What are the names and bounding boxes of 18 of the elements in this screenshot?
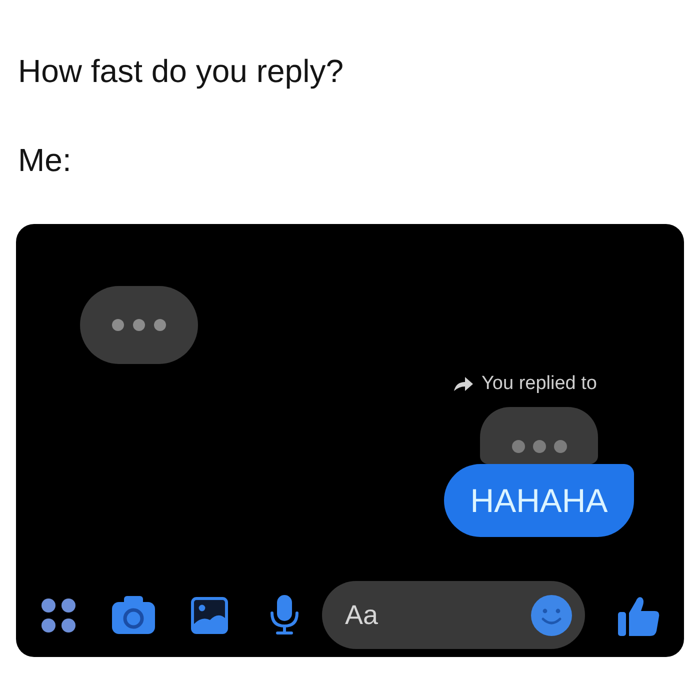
dot-icon xyxy=(112,319,124,331)
dot-icon xyxy=(154,319,166,331)
microphone-icon[interactable] xyxy=(269,595,300,635)
camera-icon[interactable] xyxy=(112,596,155,634)
dot-icon xyxy=(133,319,145,331)
thumbs-up-icon[interactable] xyxy=(618,594,660,636)
reply-arrow-icon xyxy=(454,377,474,391)
dot-icon xyxy=(532,440,546,453)
image-icon[interactable] xyxy=(191,596,228,634)
caption-question: How fast do you reply? xyxy=(18,52,344,90)
smiley-icon[interactable] xyxy=(531,595,572,636)
caption-answer: Me: xyxy=(18,141,72,179)
dot-icon xyxy=(512,440,524,453)
apps-grid-icon[interactable] xyxy=(41,598,76,632)
reply-label: You replied to xyxy=(481,373,597,395)
message-bubble: HAHAHA xyxy=(444,464,634,537)
dot-icon xyxy=(554,440,566,453)
message-input-field[interactable]: Aa xyxy=(322,581,585,649)
